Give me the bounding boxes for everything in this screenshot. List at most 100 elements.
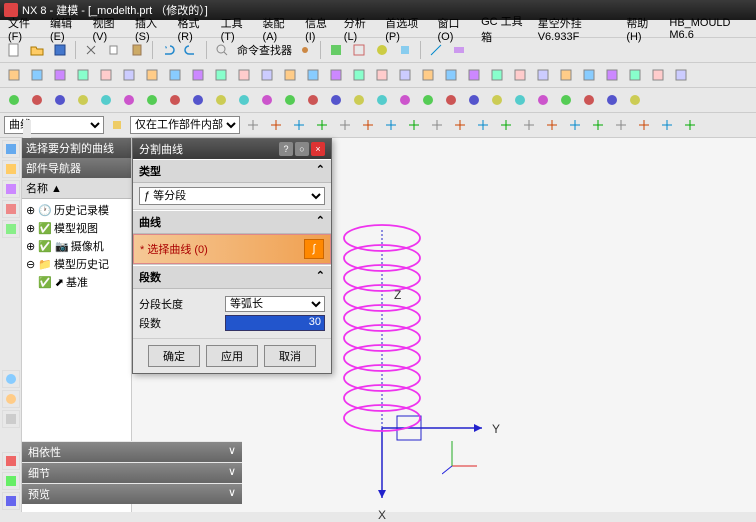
dialog-titlebar[interactable]: 分割曲线 ? ○ × xyxy=(133,139,331,159)
sel-2-icon[interactable] xyxy=(289,115,309,135)
op-3-icon[interactable] xyxy=(73,90,93,110)
nav-tab-8-icon[interactable] xyxy=(2,410,20,428)
sel-10-icon[interactable] xyxy=(473,115,493,135)
tree-modelhist[interactable]: ⊖ 📁 模型历史记 xyxy=(24,255,129,273)
feature-25-icon[interactable] xyxy=(579,65,599,85)
op-15-icon[interactable] xyxy=(349,90,369,110)
feature-4-icon[interactable] xyxy=(96,65,116,85)
feature-26-icon[interactable] xyxy=(602,65,622,85)
feature-29-icon[interactable] xyxy=(671,65,691,85)
feature-22-icon[interactable] xyxy=(510,65,530,85)
sel-8-icon[interactable] xyxy=(427,115,447,135)
feature-28-icon[interactable] xyxy=(648,65,668,85)
sel-15-icon[interactable] xyxy=(588,115,608,135)
menu-insert[interactable]: 插入(S) xyxy=(131,14,172,44)
feature-14-icon[interactable] xyxy=(326,65,346,85)
op-14-icon[interactable] xyxy=(326,90,346,110)
nav-tab-5-icon[interactable] xyxy=(2,220,20,238)
nav-tab-6-icon[interactable] xyxy=(2,370,20,388)
panel-details[interactable]: 细节∨ xyxy=(22,463,242,483)
dialog-help-icon[interactable]: ? xyxy=(279,142,293,156)
op-16-icon[interactable] xyxy=(372,90,392,110)
menu-view[interactable]: 视图(V) xyxy=(88,14,129,44)
op-12-icon[interactable] xyxy=(280,90,300,110)
type-select[interactable]: ƒ 等分段 xyxy=(139,187,325,205)
op-2-icon[interactable] xyxy=(50,90,70,110)
redo-icon[interactable] xyxy=(181,40,201,60)
settings-icon[interactable] xyxy=(295,40,315,60)
save-icon[interactable] xyxy=(50,40,70,60)
select-curve-icon[interactable]: ∫ xyxy=(304,239,324,259)
feature-8-icon[interactable] xyxy=(188,65,208,85)
nav-tab-1-icon[interactable] xyxy=(2,140,20,158)
op-26-icon[interactable] xyxy=(602,90,622,110)
apply-button[interactable]: 应用 xyxy=(206,345,258,367)
sel-0-icon[interactable] xyxy=(243,115,263,135)
tool-e-icon[interactable] xyxy=(426,40,446,60)
menu-hbmould[interactable]: HB_MOULD M6.6 xyxy=(665,16,752,42)
new-icon[interactable] xyxy=(4,40,24,60)
feature-21-icon[interactable] xyxy=(487,65,507,85)
menu-prefs[interactable]: 首选项(P) xyxy=(381,14,431,44)
sel-12-icon[interactable] xyxy=(519,115,539,135)
menu-info[interactable]: 信息(I) xyxy=(301,14,338,44)
menu-plugin[interactable]: 星空外挂 V6.933F xyxy=(534,14,621,44)
seg-length-select[interactable]: 等弧长 xyxy=(225,296,325,312)
cut-icon[interactable] xyxy=(81,40,101,60)
menu-help[interactable]: 帮助(H) xyxy=(622,14,663,44)
ok-button[interactable]: 确定 xyxy=(148,345,200,367)
panel-preview[interactable]: 预览∨ xyxy=(22,484,242,504)
tool-a-icon[interactable] xyxy=(326,40,346,60)
sel-19-icon[interactable] xyxy=(680,115,700,135)
seg-count-input[interactable]: 30 xyxy=(225,315,325,331)
section-type-header[interactable]: 类型⌃ xyxy=(133,159,331,183)
sel-17-icon[interactable] xyxy=(634,115,654,135)
sel-14-icon[interactable] xyxy=(565,115,585,135)
filter-a-icon[interactable] xyxy=(107,115,127,135)
tool-d-icon[interactable] xyxy=(395,40,415,60)
select-curve-button[interactable]: * 选择曲线 (0) ∫ xyxy=(133,234,331,264)
filter-scope-select[interactable]: 仅在工作部件内部 xyxy=(130,116,240,134)
op-11-icon[interactable] xyxy=(257,90,277,110)
op-27-icon[interactable] xyxy=(625,90,645,110)
tree-modelview[interactable]: ⊕ ✅ 模型视图 xyxy=(24,219,129,237)
feature-18-icon[interactable] xyxy=(418,65,438,85)
menu-format[interactable]: 格式(R) xyxy=(174,14,215,44)
feature-10-icon[interactable] xyxy=(234,65,254,85)
op-25-icon[interactable] xyxy=(579,90,599,110)
feature-9-icon[interactable] xyxy=(211,65,231,85)
undo-icon[interactable] xyxy=(158,40,178,60)
op-23-icon[interactable] xyxy=(533,90,553,110)
section-seg-header[interactable]: 段数⌃ xyxy=(133,265,331,289)
menu-assembly[interactable]: 装配(A) xyxy=(259,14,300,44)
op-21-icon[interactable] xyxy=(487,90,507,110)
op-20-icon[interactable] xyxy=(464,90,484,110)
feature-24-icon[interactable] xyxy=(556,65,576,85)
op-5-icon[interactable] xyxy=(119,90,139,110)
sel-13-icon[interactable] xyxy=(542,115,562,135)
feature-7-icon[interactable] xyxy=(165,65,185,85)
sel-18-icon[interactable] xyxy=(657,115,677,135)
copy-icon[interactable] xyxy=(104,40,124,60)
feature-19-icon[interactable] xyxy=(441,65,461,85)
op-7-icon[interactable] xyxy=(165,90,185,110)
sel-1-icon[interactable] xyxy=(266,115,286,135)
open-icon[interactable] xyxy=(27,40,47,60)
panel-deps[interactable]: 相依性∨ xyxy=(22,442,242,462)
menu-window[interactable]: 窗口(O) xyxy=(434,14,476,44)
filter-type-select[interactable]: 曲线 xyxy=(4,116,104,134)
feature-17-icon[interactable] xyxy=(395,65,415,85)
nav-tab-3-icon[interactable] xyxy=(2,180,20,198)
feature-12-icon[interactable] xyxy=(280,65,300,85)
tree-history[interactable]: ⊕ 🕐 历史记录模 xyxy=(24,201,129,219)
feature-1-icon[interactable] xyxy=(27,65,47,85)
nav-tab-9-icon[interactable] xyxy=(2,452,20,470)
nav-tab-7-icon[interactable] xyxy=(2,390,20,408)
sel-6-icon[interactable] xyxy=(381,115,401,135)
op-1-icon[interactable] xyxy=(27,90,47,110)
op-6-icon[interactable] xyxy=(142,90,162,110)
op-0-icon[interactable] xyxy=(4,90,24,110)
op-18-icon[interactable] xyxy=(418,90,438,110)
section-curve-header[interactable]: 曲线⌃ xyxy=(133,210,331,234)
menu-tools[interactable]: 工具(T) xyxy=(217,14,257,44)
